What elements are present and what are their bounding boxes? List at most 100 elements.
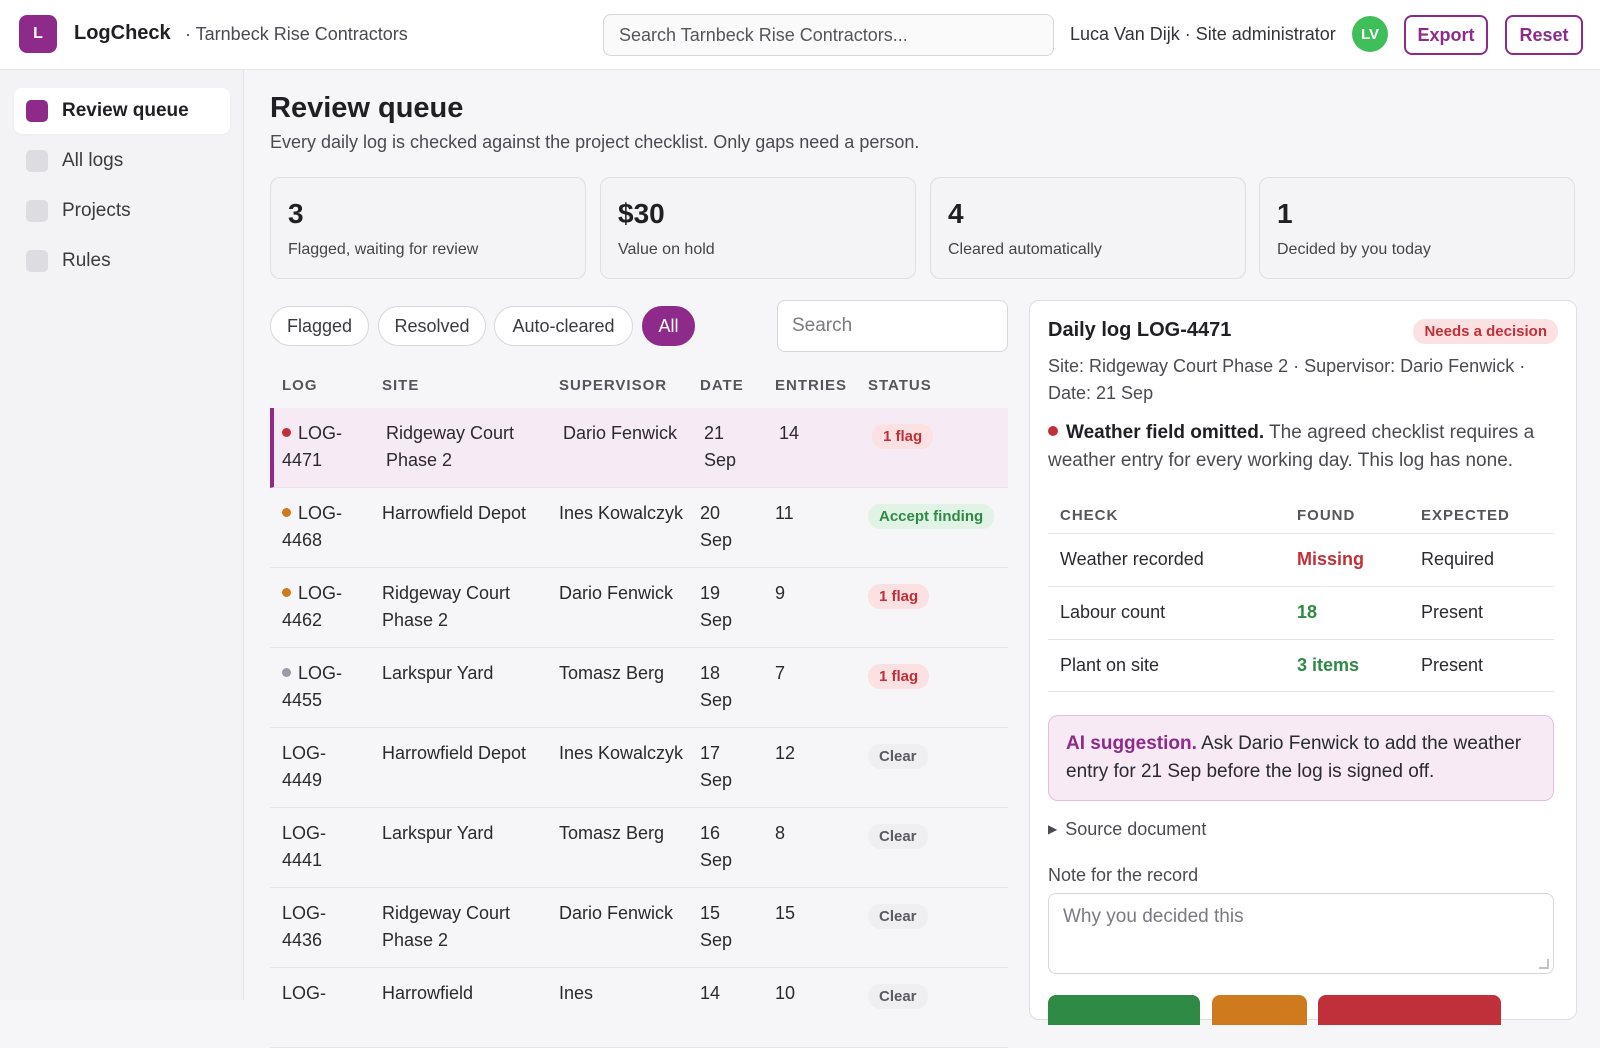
supervisor-name: Dario Fenwick: [559, 580, 689, 607]
check-found: 3 items: [1297, 655, 1360, 675]
column-header-log[interactable]: LOG: [282, 377, 318, 394]
sidebar-item-rules[interactable]: Rules: [14, 238, 230, 284]
check-expected: Required: [1421, 549, 1495, 569]
supervisor-name: Ines Kowalczyk: [559, 500, 689, 527]
sidebar-item-all-logs[interactable]: All logs: [14, 138, 230, 184]
sidebar-item-projects[interactable]: Projects: [14, 188, 230, 234]
status-badge: 1 flag: [868, 664, 930, 689]
stat-label: Cleared automatically: [948, 241, 1102, 258]
source-document-toggle[interactable]: ▶ Source document: [1048, 819, 1206, 840]
status-cell: 1 flag: [868, 582, 930, 609]
column-header-status[interactable]: STATUS: [868, 377, 932, 394]
status-dot-icon: [282, 588, 291, 597]
table-row[interactable]: LOG- 4449 Harrowfield Depot Ines Kowalczyk…: [270, 728, 1008, 808]
source-document-label: Source document: [1065, 819, 1207, 839]
export-button[interactable]: Export: [1404, 15, 1488, 55]
log-id-text: LOG- 4471: [282, 423, 343, 470]
review-queue-icon: [26, 100, 48, 122]
log-id: LOG- 4462: [282, 580, 372, 634]
log-id: LOG- 4471: [282, 420, 372, 474]
table-row[interactable]: LOG- Harrowfield Ines 14 10 Clear: [270, 968, 1008, 1048]
table-row[interactable]: LOG- 4462 Ridgeway Court Phase 2 Dario Fen…: [270, 568, 1008, 648]
log-date: 21 Sep: [704, 420, 754, 474]
log-date-text: 18 Sep: [700, 663, 733, 710]
table-row[interactable]: LOG- 4455 Larkspur Yard Tomasz Berg 18 Sep 7…: [270, 648, 1008, 728]
entry-count-text: 12: [775, 743, 796, 763]
sidebar-item-review-queue[interactable]: Review queue: [14, 88, 230, 134]
log-date: 17 Sep: [700, 740, 750, 794]
check-name: Labour count: [1060, 602, 1166, 622]
stat-label: Flagged, waiting for review: [288, 241, 479, 258]
check-found: 18: [1297, 602, 1318, 622]
filter-chip-all[interactable]: All: [642, 306, 695, 346]
status-dot-icon: [282, 668, 291, 677]
log-search-input[interactable]: Search: [777, 300, 1008, 352]
table-row[interactable]: LOG- 4441 Larkspur Yard Tomasz Berg 16 Sep 8…: [270, 808, 1008, 888]
supervisor-name: Ines Kowalczyk: [559, 740, 689, 767]
log-date: 14: [700, 980, 750, 1007]
finding-title: Weather field omitted.: [1066, 422, 1265, 443]
status-cell: Accept finding: [868, 502, 995, 529]
log-id: LOG- 4468: [282, 500, 372, 554]
supervisor-name: Dario Fenwick: [563, 420, 693, 447]
site-name-text: Larkspur Yard: [382, 663, 494, 683]
stat-card-cleared: 4 Cleared automatically: [930, 177, 1246, 279]
detail-title: Daily log LOG-4471: [1048, 319, 1232, 341]
status-dot-icon: [282, 428, 291, 437]
stat-card-value-on-hold: $30 Value on hold: [600, 177, 916, 279]
note-textarea[interactable]: Why you decided this: [1048, 893, 1554, 974]
status-cell: 1 flag: [868, 662, 930, 689]
log-date-text: 17 Sep: [700, 743, 733, 790]
check-name: Plant on site: [1060, 655, 1160, 675]
stat-label: Decided by you today: [1277, 241, 1431, 258]
table-row[interactable]: LOG- 4436 Ridgeway Court Phase 2 Dario Fen…: [270, 888, 1008, 968]
page-title: Review queue: [270, 92, 464, 124]
log-date-text: 19 Sep: [700, 583, 733, 630]
supervisor-name: Tomasz Berg: [559, 820, 689, 847]
column-header-date[interactable]: DATE: [700, 377, 744, 394]
entry-count-text: 9: [775, 583, 786, 603]
column-header-entries[interactable]: ENTRIES: [775, 377, 847, 394]
detail-meta: Site: Ridgeway Court Phase 2 · Superviso…: [1048, 356, 1526, 403]
log-date-text: 16 Sep: [700, 823, 733, 870]
sidebar-item-label: All logs: [62, 150, 124, 171]
log-id: LOG- 4449: [282, 740, 372, 794]
status-cell: Clear: [868, 982, 928, 1009]
filter-chip-resolved[interactable]: Resolved: [378, 306, 486, 346]
avatar[interactable]: LV: [1352, 16, 1388, 52]
filter-chip-flagged[interactable]: Flagged: [270, 306, 369, 346]
status-badge: Clear: [868, 984, 928, 1009]
resize-handle-icon[interactable]: [1539, 959, 1549, 969]
log-id: LOG- 4441: [282, 820, 372, 874]
check-column-header: CHECK: [1060, 507, 1119, 524]
column-header-supervisor[interactable]: SUPERVISOR: [559, 377, 667, 394]
filter-chip-auto-cleared[interactable]: Auto-cleared: [494, 306, 633, 346]
entry-count: 8: [775, 820, 815, 847]
supervisor-name-text: Dario Fenwick: [559, 903, 674, 923]
table-row[interactable]: LOG- 4471 Ridgeway Court Phase 2 Dario Fen…: [270, 408, 1008, 488]
site-name-text: Ridgeway Court Phase 2: [386, 423, 515, 470]
check-row: Weather recorded Missing Required: [1048, 533, 1554, 586]
status-dot-icon: [282, 508, 291, 517]
column-header-site[interactable]: SITE: [382, 377, 419, 394]
supervisor-name: Tomasz Berg: [559, 660, 689, 687]
reset-button[interactable]: Reset: [1505, 15, 1583, 55]
site-name: Ridgeway Court Phase 2: [382, 580, 542, 634]
check-name: Weather recorded: [1060, 549, 1204, 569]
table-row[interactable]: LOG- 4468 Harrowfield Depot Ines Kowalczyk…: [270, 488, 1008, 568]
entry-count: 12: [775, 740, 815, 767]
global-search-input[interactable]: Search Tarnbeck Rise Contractors...: [603, 14, 1054, 56]
log-id-text: LOG-: [282, 983, 327, 1003]
site-name: Harrowfield: [382, 980, 542, 1007]
supervisor-name: Dario Fenwick: [559, 900, 689, 927]
site-name-text: Harrowfield: [382, 983, 474, 1003]
check-found: Missing: [1297, 549, 1365, 569]
log-id-text: LOG- 4468: [282, 503, 343, 550]
log-id-text: LOG- 4441: [282, 823, 327, 870]
log-id: LOG-: [282, 980, 372, 1007]
status-cell: Clear: [868, 742, 928, 769]
log-date-text: 21 Sep: [704, 423, 737, 470]
log-date: 19 Sep: [700, 580, 750, 634]
sidebar-item-label: Projects: [62, 200, 131, 221]
log-date-text: 15 Sep: [700, 903, 733, 950]
